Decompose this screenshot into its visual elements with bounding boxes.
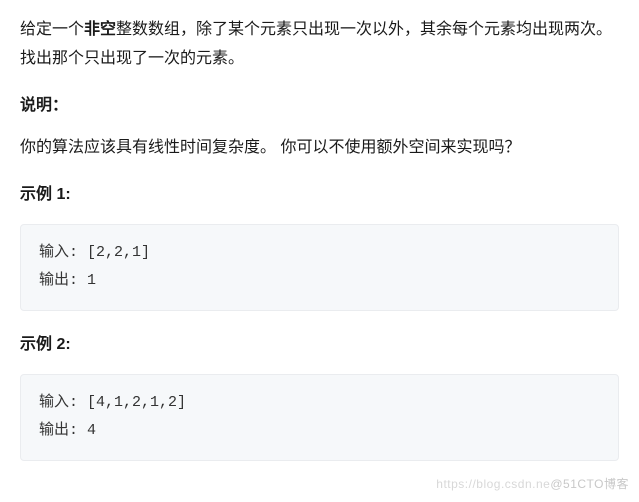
input-value: [4,1,2,1,2] — [87, 394, 186, 411]
example-output-row: 输出: 1 — [39, 267, 600, 296]
example-input-row: 输入: [4,1,2,1,2] — [39, 389, 600, 418]
note-heading: 说明： — [20, 92, 619, 121]
example-code-block: 输入: [2,2,1] 输出: 1 — [20, 224, 619, 311]
watermark-brand: @51CTO博客 — [550, 477, 629, 491]
example-output-row: 输出: 4 — [39, 417, 600, 446]
input-label: 输入: — [39, 244, 87, 261]
input-value: [2,2,1] — [87, 244, 150, 261]
input-label: 输入: — [39, 394, 87, 411]
output-label: 输出: — [39, 272, 87, 289]
output-label: 输出: — [39, 422, 87, 439]
watermark: https://blog.csdn.ne@51CTO博客 — [436, 474, 629, 496]
example-heading: 示例 2: — [20, 331, 619, 360]
note-text: 你的算法应该具有线性时间复杂度。 你可以不使用额外空间来实现吗？ — [20, 134, 619, 163]
problem-description: 给定一个非空整数数组，除了某个元素只出现一次以外，其余每个元素均出现两次。找出那… — [20, 16, 619, 74]
output-value: 4 — [87, 422, 96, 439]
output-value: 1 — [87, 272, 96, 289]
example-code-block: 输入: [4,1,2,1,2] 输出: 4 — [20, 374, 619, 461]
watermark-faint: https://blog.csdn.ne — [436, 477, 550, 491]
intro-bold: 非空 — [84, 21, 116, 38]
intro-before: 给定一个 — [20, 21, 84, 38]
example-input-row: 输入: [2,2,1] — [39, 239, 600, 268]
example-heading: 示例 1: — [20, 181, 619, 210]
